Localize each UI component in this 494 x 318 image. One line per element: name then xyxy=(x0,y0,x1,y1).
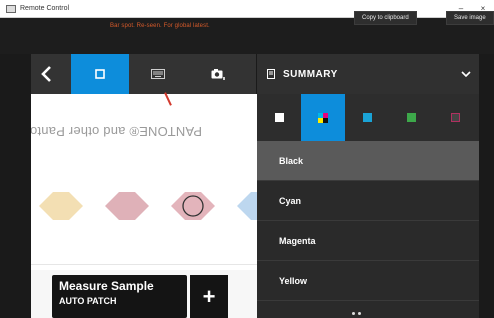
canvas-divider xyxy=(31,264,257,265)
dark-swatch-icon xyxy=(450,113,460,122)
ink-item-cyan[interactable]: Cyan xyxy=(257,181,479,221)
frame-icon xyxy=(95,69,105,79)
page-dot xyxy=(352,312,355,315)
measure-sample-card[interactable]: Measure Sample AUTO PATCH xyxy=(52,275,187,318)
channel-tab-dark[interactable] xyxy=(433,94,477,141)
mirrored-caption: PANTONE® and other Pantone xyxy=(31,124,203,139)
pink-swatch xyxy=(105,192,149,220)
measure-title: Measure Sample xyxy=(59,279,154,293)
keyboard-tool-button[interactable] xyxy=(129,54,187,94)
measure-subtitle: AUTO PATCH xyxy=(59,296,117,306)
panel-header[interactable]: SUMMARY xyxy=(257,54,479,94)
chevron-down-icon[interactable] xyxy=(461,71,471,77)
chevron-left-icon xyxy=(41,66,51,82)
channel-tab-cmyk[interactable] xyxy=(301,94,345,141)
image-canvas[interactable]: PANTONE® and other Pantone xyxy=(31,94,257,270)
paper-swatch-icon xyxy=(274,113,284,122)
color-swatch-row xyxy=(39,192,257,220)
ink-item-black[interactable]: Black xyxy=(257,141,479,181)
keyboard-icon xyxy=(151,69,165,79)
hint-text: Bar spot. Re-seen. For global latest. xyxy=(110,23,210,29)
summary-panel: SUMMARY Black Cyan Magenta Yellow xyxy=(257,54,479,318)
green-swatch-icon xyxy=(406,113,416,122)
channel-tab-cyan[interactable] xyxy=(345,94,389,141)
window-title: Remote Control xyxy=(20,5,70,12)
channel-tab-paper[interactable] xyxy=(257,94,301,141)
page-indicator xyxy=(352,312,361,315)
document-icon xyxy=(267,69,275,79)
yellow-swatch xyxy=(39,192,83,220)
ink-item-magenta[interactable]: Magenta xyxy=(257,221,479,261)
channel-tabs xyxy=(257,94,479,141)
blue-swatch xyxy=(237,192,257,220)
cyan-swatch-icon xyxy=(362,113,372,122)
tool-row xyxy=(31,54,256,94)
page-dot xyxy=(358,312,361,315)
window-titlebar: Remote Control – × xyxy=(0,0,494,18)
panel-title: SUMMARY xyxy=(283,68,338,80)
add-measurement-button[interactable]: + xyxy=(190,275,228,318)
camera-icon xyxy=(211,69,225,80)
camera-tool-button[interactable] xyxy=(189,54,247,94)
save-image-button[interactable]: Save image xyxy=(446,11,494,25)
back-button[interactable] xyxy=(31,54,63,94)
cmyk-swatch-icon xyxy=(318,112,328,123)
copy-to-clipboard-button[interactable]: Copy to clipboard xyxy=(354,11,417,25)
window-edge xyxy=(479,54,494,318)
frame-tool-button[interactable] xyxy=(71,54,129,94)
channel-tab-green[interactable] xyxy=(389,94,433,141)
app-icon xyxy=(6,4,16,13)
ink-item-yellow[interactable]: Yellow xyxy=(257,261,479,301)
app-bar xyxy=(0,18,494,54)
